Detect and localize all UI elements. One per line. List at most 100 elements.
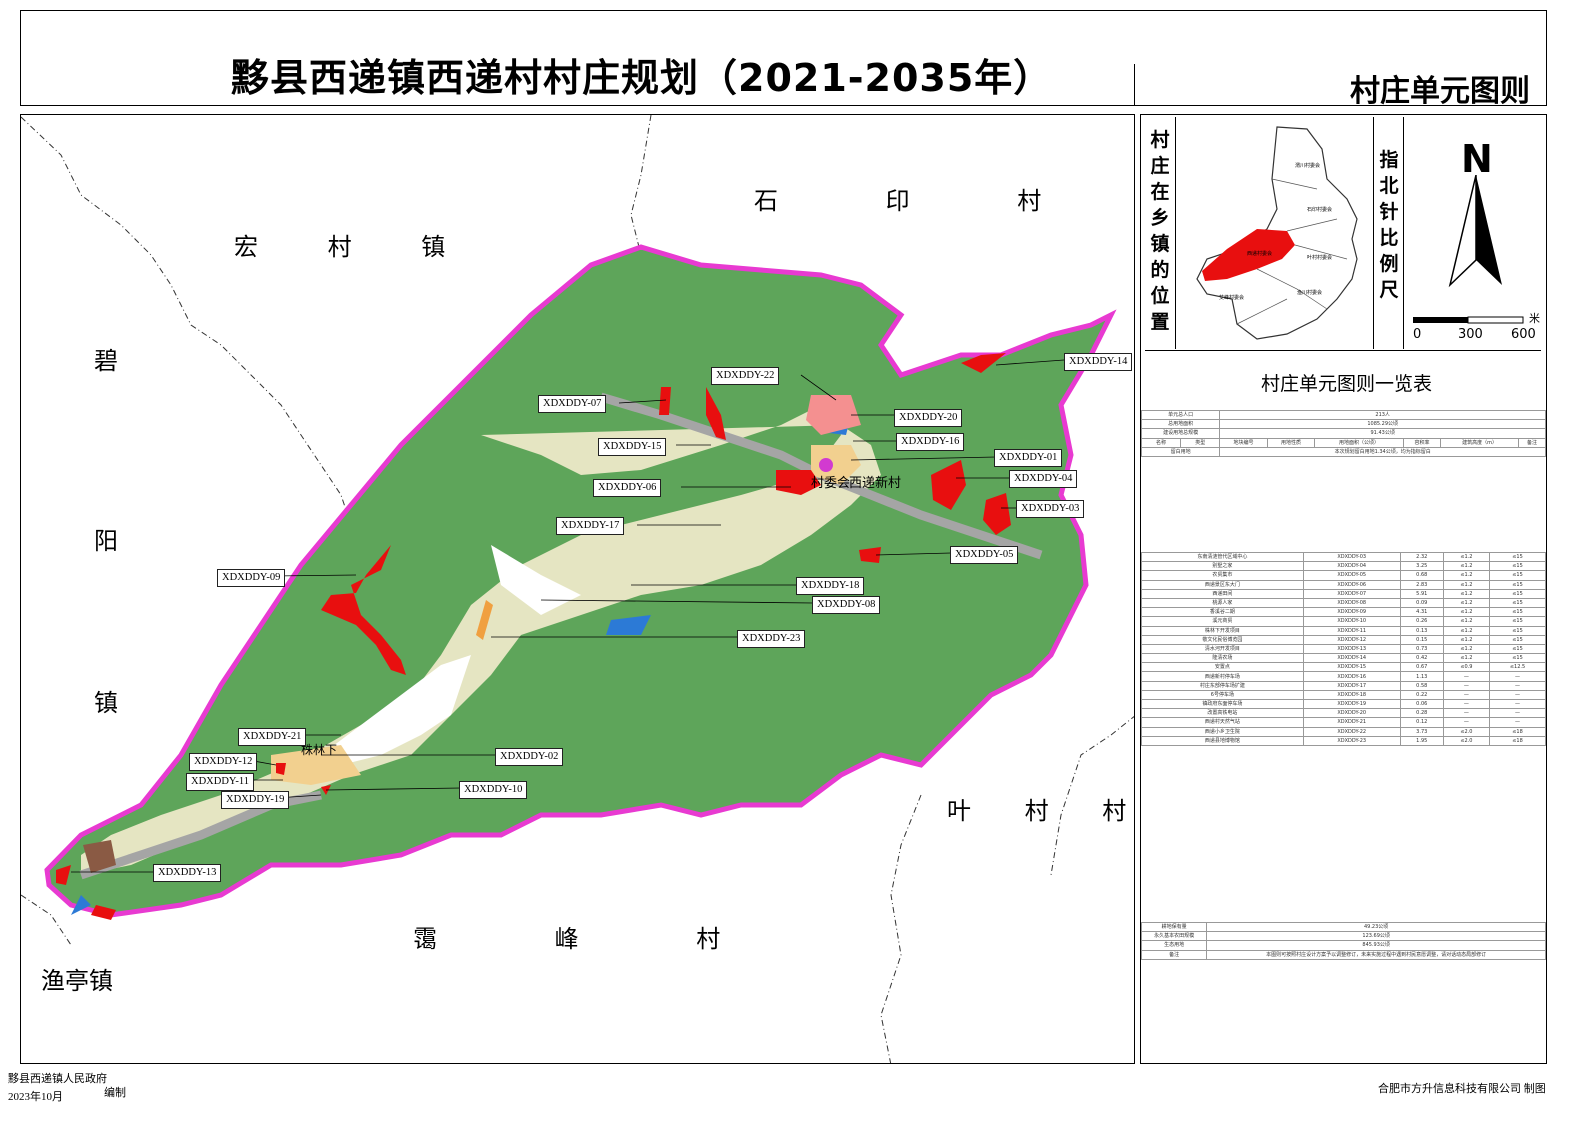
- unit-label[interactable]: XDXDDY-14: [1064, 353, 1133, 371]
- table-cell: ≤1.2: [1442, 597, 1491, 609]
- table-cell: 0.58: [1399, 680, 1444, 691]
- table-cell: 0.73: [1399, 643, 1444, 655]
- table-cell: —: [1442, 708, 1491, 719]
- table-cell: —: [1489, 680, 1546, 691]
- table-cell: ≤1.2: [1442, 588, 1491, 599]
- locator-map: 渭川村委会 石印村委会 西递村委会 叶村村委会 渔川村委会 艾峰村委会: [1196, 126, 1358, 340]
- locator-town: 艾峰村委会: [1219, 294, 1244, 301]
- unit-label[interactable]: XDXDDY-06: [593, 479, 662, 497]
- table-header: 建筑高度（m）: [1440, 437, 1520, 448]
- table-row: 西递村天然气站 XDXDDY-21 0.12— —: [1141, 717, 1546, 728]
- table-heading: 村庄单元图则一览表: [1261, 373, 1433, 395]
- unit-label[interactable]: XDXDDY-09: [217, 569, 286, 587]
- table-cell: 0.28: [1399, 708, 1444, 719]
- table-cell: 3.73: [1399, 726, 1444, 737]
- table-cell: 2.83: [1399, 579, 1444, 590]
- unit-label[interactable]: XDXDDY-01: [994, 449, 1063, 467]
- map-panel[interactable]: 宏 村 镇 石 印 村 碧 阳 镇 叶 村 村 霭 峰 村 渔亭镇 村委会 西递…: [20, 114, 1135, 1064]
- table-cell: XDXDDY-17: [1302, 680, 1401, 691]
- table-cell: 西递田间: [1141, 588, 1304, 599]
- table-cell: ≤1.2: [1442, 643, 1491, 655]
- unit-label[interactable]: XDXDDY-15: [598, 438, 667, 456]
- table-cell: 别墅之家: [1141, 561, 1304, 572]
- table-row: 6号停车场 XDXDDY-18 0.22— —: [1141, 689, 1546, 701]
- locator-divider-3: [1403, 117, 1404, 349]
- table-cell: —: [1442, 698, 1491, 710]
- table-cell: ≤2.0: [1442, 735, 1491, 746]
- place-zhulinxia: 株林下: [301, 743, 338, 757]
- neighbor-biyang-3: 镇: [94, 689, 118, 717]
- table-cell: 3.25: [1399, 561, 1444, 572]
- table-cell: —: [1442, 680, 1491, 691]
- table-cell: ≤15: [1489, 625, 1546, 636]
- unit-label[interactable]: XDXDDY-20: [894, 409, 963, 427]
- table-value: 123.69公顷: [1206, 931, 1546, 942]
- table-cell: 东南清涟管代区域中心: [1141, 551, 1304, 563]
- unit-label[interactable]: XDXDDY-03: [1016, 500, 1085, 518]
- table-cell: ≤15: [1489, 607, 1546, 618]
- table-cell: ≤0.9: [1442, 662, 1491, 673]
- table-cell: 0.15: [1399, 634, 1444, 645]
- unit-label[interactable]: XDXDDY-23: [737, 630, 806, 648]
- table-header: 用地面积（公顷）: [1314, 437, 1404, 448]
- unit-label[interactable]: XDXDDY-16: [896, 433, 965, 451]
- scale-tick: 600: [1511, 327, 1536, 342]
- table-cell: ≤1.2: [1442, 634, 1491, 645]
- unit-label[interactable]: XDXDDY-18: [796, 577, 865, 595]
- table-cell: ≤15: [1489, 561, 1546, 572]
- table-cell: XDXDDY-13: [1302, 643, 1401, 655]
- table-cell: XDXDDY-22: [1302, 726, 1401, 737]
- neighbor-biyang-2: 阳: [94, 527, 118, 555]
- table-cell: 西递县地博物馆: [1141, 735, 1304, 746]
- table-cell: —: [1442, 717, 1491, 728]
- unit-label[interactable]: XDXDDY-04: [1009, 470, 1078, 488]
- unit-label[interactable]: XDXDDY-19: [221, 791, 290, 809]
- table-cell: XDXDDY-14: [1302, 653, 1401, 664]
- table-header: 类型: [1180, 437, 1221, 448]
- unit-label[interactable]: XDXDDY-11: [186, 773, 254, 791]
- table-cell: XDXDDY-21: [1302, 717, 1401, 728]
- table-row: 西递新村停车场 XDXDDY-16 1.13— —: [1141, 671, 1546, 682]
- table-label: 总用地面积: [1140, 419, 1221, 430]
- unit-label[interactable]: XDXDDY-21: [238, 728, 307, 746]
- unit-label[interactable]: XDXDDY-05: [950, 546, 1019, 564]
- table-cell: 6号停车场: [1141, 689, 1304, 701]
- unit-label[interactable]: XDXDDY-10: [459, 781, 528, 799]
- table-cell: 0.06: [1399, 698, 1444, 710]
- table-cell: —: [1489, 717, 1546, 728]
- footer-gov: 黟县西递镇人民政府: [8, 1073, 107, 1085]
- table-cell: 5.91: [1399, 588, 1444, 599]
- unit-label[interactable]: XDXDDY-08: [812, 596, 881, 614]
- unit-label[interactable]: XDXDDY-02: [495, 748, 564, 766]
- table-row: 株林下开发项目 XDXDDY-11 0.13 ≤1.2 ≤15: [1141, 625, 1546, 636]
- footer-edit: 编制: [104, 1087, 126, 1099]
- unit-label[interactable]: XDXDDY-22: [711, 367, 780, 385]
- unit-label[interactable]: XDXDDY-13: [153, 864, 222, 882]
- table-cell: ≤15: [1489, 616, 1546, 627]
- table-label: 生态用地: [1140, 940, 1208, 951]
- table-cell: XDXDDY-18: [1302, 689, 1401, 701]
- table-cell: 隆清农场: [1141, 653, 1304, 664]
- table-cell: ≤1.2: [1442, 579, 1491, 590]
- footer-maker: 合肥市方升信息科技有限公司 制图: [1378, 1083, 1546, 1095]
- table-cell: 0.09: [1399, 597, 1444, 609]
- table-cell: ≤15: [1489, 634, 1546, 645]
- table-cell: ≤12.5: [1489, 662, 1546, 673]
- table-value: 91.43公顷: [1219, 428, 1546, 439]
- footer-date: 2023年10月: [8, 1091, 63, 1103]
- table-cell: 0.12: [1399, 717, 1444, 728]
- unit-label[interactable]: XDXDDY-12: [189, 753, 258, 771]
- table-value: 49.23公顷: [1206, 921, 1546, 933]
- ecology-table: 耕地保有量 49.23公顷 永久基本农田规模 123.69公顷 生态用地 845.93…: [1140, 921, 1546, 960]
- unit-label[interactable]: XDXDDY-17: [556, 517, 625, 535]
- table-cell: ≤1.2: [1442, 561, 1491, 572]
- table-row: 香溪谷二期 XDXDDY-09 4.31 ≤1.2 ≤15: [1141, 607, 1546, 618]
- locator-town: 石印村委会: [1307, 206, 1332, 213]
- table-header: 备注: [1518, 437, 1546, 448]
- locator-town: 渔川村委会: [1297, 289, 1322, 296]
- unit-label[interactable]: XDXDDY-07: [538, 395, 607, 413]
- scale-tick: 300: [1458, 327, 1483, 342]
- table-cell: XDXDDY-11: [1302, 625, 1401, 636]
- table-cell: XDXDDY-03: [1302, 551, 1401, 563]
- table-label: 永久基本农田规模: [1140, 931, 1208, 942]
